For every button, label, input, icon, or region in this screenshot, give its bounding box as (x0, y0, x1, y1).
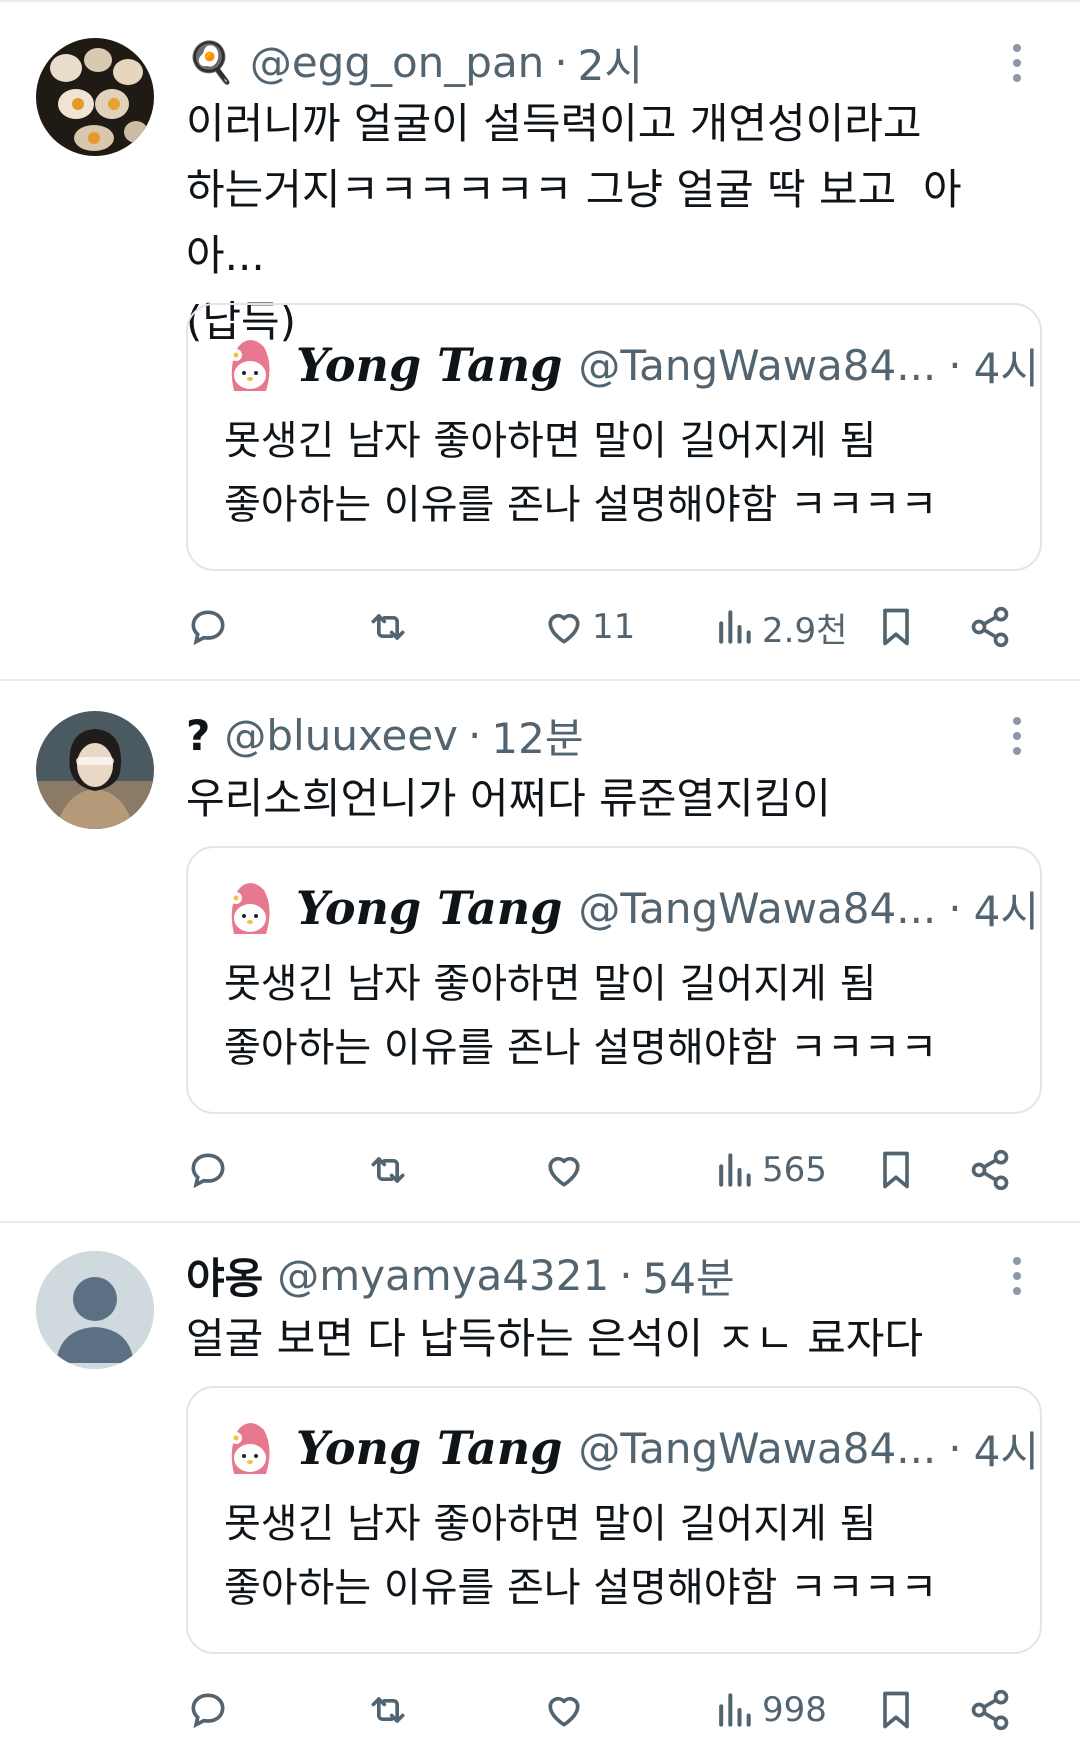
reply-button[interactable] (186, 595, 230, 659)
tweet-2[interactable]: ? @bluuxeev · 12분 우리소희언니가 어쩌다 류준열지킴이 Yon… (0, 681, 1080, 1222)
share-button[interactable] (968, 1678, 1012, 1742)
view-count: 2.9천 (762, 610, 848, 651)
more-icon[interactable] (1012, 717, 1022, 755)
timestamp[interactable]: 12분 (491, 705, 583, 766)
user-handle[interactable]: @bluuxeev (224, 711, 458, 760)
bookmark-icon (883, 1151, 909, 1189)
bookmark-icon (883, 608, 909, 646)
bookmark-button[interactable] (874, 1678, 918, 1742)
retweet-button[interactable] (366, 595, 410, 659)
retweet-icon (371, 614, 405, 640)
tweet-header: ? @bluuxeev · 12분 (186, 705, 584, 765)
quoted-avatar (224, 878, 276, 938)
heart-icon (548, 1156, 580, 1187)
views-icon (719, 1693, 751, 1727)
reply-icon (191, 610, 225, 646)
share-icon (971, 1149, 1009, 1191)
quoted-tweet-header: Yong Tang @TangWawa84... · 4시 (224, 335, 1039, 395)
like-count: 11 (592, 607, 636, 647)
quoted-tweet[interactable]: Yong Tang @TangWawa84... · 4시 못생긴 남자 좋아하… (186, 846, 1042, 1114)
share-icon (971, 1689, 1009, 1731)
views-icon (719, 610, 751, 644)
tweet-header: 🍳 @egg_on_pan · 2시 (186, 32, 643, 92)
views-button[interactable]: 565 (712, 1138, 827, 1202)
views-button[interactable]: 998 (712, 1678, 827, 1742)
timestamp[interactable]: 2시 (578, 32, 643, 93)
quoted-tweet-header: Yong Tang @TangWawa84... · 4시 (224, 878, 1039, 938)
quoted-display-name: Yong Tang (296, 1421, 563, 1475)
tweet-text: 우리소희언니가 어쩌다 류준열지킴이 (186, 774, 831, 823)
user-handle[interactable]: @egg_on_pan (250, 38, 545, 87)
retweet-button[interactable] (366, 1138, 410, 1202)
like-button[interactable] (542, 1678, 592, 1742)
bookmark-icon (883, 1691, 909, 1729)
bookmark-button[interactable] (874, 1138, 918, 1202)
display-name[interactable]: 야옹 (186, 1245, 263, 1306)
quoted-timestamp: 4시 (973, 886, 1040, 936)
reply-icon (191, 1153, 225, 1189)
heart-icon (548, 613, 580, 644)
quoted-timestamp: 4시 (973, 1426, 1040, 1476)
quoted-tweet-header: Yong Tang @TangWawa84... · 4시 (224, 1418, 1039, 1478)
separator: · (554, 37, 568, 87)
bookmark-button[interactable] (874, 595, 918, 659)
separator: · (948, 340, 962, 390)
retweet-icon (371, 1697, 405, 1723)
view-count: 998 (762, 1690, 827, 1730)
like-button[interactable]: 11 (542, 595, 635, 659)
display-name[interactable]: ? (186, 711, 210, 760)
separator: · (619, 1250, 633, 1300)
heart-icon (548, 1696, 580, 1727)
avatar-person[interactable] (36, 711, 154, 829)
action-bar: 565 (186, 1138, 1026, 1202)
more-icon[interactable] (1012, 44, 1022, 82)
egg-emoji: 🍳 (186, 39, 236, 86)
reply-button[interactable] (186, 1138, 230, 1202)
tweet-header: 야옹 @myamya4321 · 54분 (186, 1245, 735, 1305)
reply-icon (191, 1693, 225, 1729)
view-count: 565 (762, 1150, 827, 1190)
more-icon[interactable] (1012, 1257, 1022, 1295)
quoted-handle: @TangWawa84... (578, 340, 937, 390)
action-bar: 998 (186, 1678, 1026, 1742)
separator: · (468, 710, 482, 760)
quoted-timestamp: 4시 (973, 343, 1040, 393)
quoted-avatar (224, 1418, 276, 1478)
share-button[interactable] (968, 595, 1012, 659)
quoted-display-name: Yong Tang (296, 338, 563, 392)
quoted-text: 못생긴 남자 좋아하면 말이 길어지게 됨 좋아하는 이유를 존나 설명해야함 … (224, 1501, 938, 1611)
quoted-handle: @TangWawa84... (578, 1423, 937, 1473)
default-avatar-icon[interactable] (36, 1251, 154, 1369)
share-button[interactable] (968, 1138, 1012, 1202)
timestamp[interactable]: 54분 (643, 1245, 735, 1306)
avatar-egg[interactable] (36, 38, 154, 156)
share-icon (971, 606, 1009, 648)
quoted-text: 못생긴 남자 좋아하면 말이 길어지게 됨 좋아하는 이유를 존나 설명해야함 … (224, 418, 938, 528)
separator: · (948, 1423, 962, 1473)
like-button[interactable] (542, 1138, 592, 1202)
action-bar: 11 2.9천 (186, 595, 1026, 659)
tweet-1[interactable]: 🍳 @egg_on_pan · 2시 이러니까 얼굴이 설득력이고 개연성이라고… (0, 0, 1080, 680)
user-handle[interactable]: @myamya4321 (277, 1251, 609, 1300)
separator: · (948, 883, 962, 933)
quoted-display-name: Yong Tang (296, 881, 563, 935)
tweet-text: 얼굴 보면 다 납득하는 은석이 ㅈㄴ 료자다 (186, 1314, 923, 1363)
views-button[interactable]: 2.9천 (712, 595, 847, 659)
quoted-handle: @TangWawa84... (578, 883, 937, 933)
quoted-avatar (224, 335, 276, 395)
reply-button[interactable] (186, 1678, 230, 1742)
retweet-icon (371, 1157, 405, 1183)
retweet-button[interactable] (366, 1678, 410, 1742)
quoted-tweet[interactable]: Yong Tang @TangWawa84... · 4시 못생긴 남자 좋아하… (186, 1386, 1042, 1654)
views-icon (719, 1153, 751, 1187)
quoted-tweet[interactable]: Yong Tang @TangWawa84... · 4시 못생긴 남자 좋아하… (186, 303, 1042, 571)
quoted-text: 못생긴 남자 좋아하면 말이 길어지게 됨 좋아하는 이유를 존나 설명해야함 … (224, 961, 938, 1071)
tweet-3[interactable]: 야옹 @myamya4321 · 54분 얼굴 보면 다 납득하는 은석이 ㅈㄴ… (0, 1223, 1080, 1755)
tweet-feed: 🍳 @egg_on_pan · 2시 이러니까 얼굴이 설득력이고 개연성이라고… (0, 0, 1080, 1755)
